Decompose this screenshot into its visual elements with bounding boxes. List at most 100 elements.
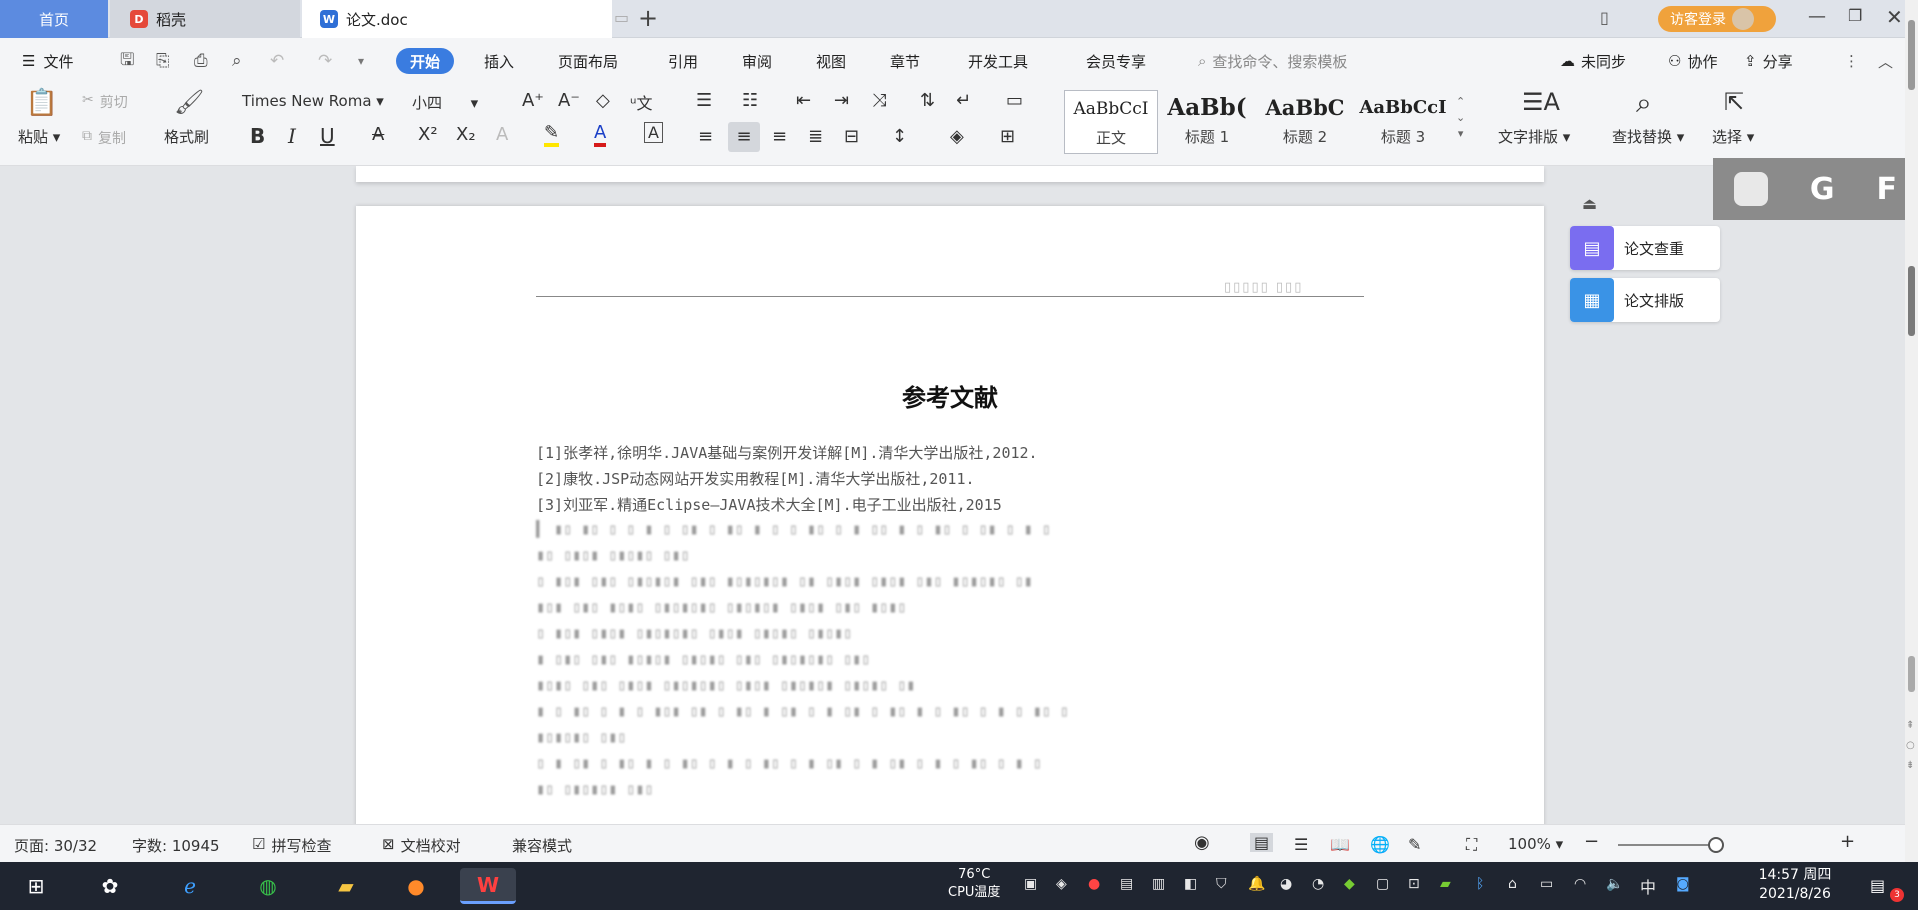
save-icon[interactable]: 🖫 xyxy=(120,38,134,84)
format-painter-icon[interactable]: 🖌 xyxy=(174,88,204,116)
chinese-layout-icon[interactable]: ⤨ xyxy=(872,90,886,111)
ruler-icon[interactable]: ▭ xyxy=(1006,90,1023,111)
tray-icon-2[interactable]: ◈ xyxy=(1056,876,1067,892)
zoom-out-icon[interactable]: − xyxy=(1584,831,1599,852)
ime-indicator[interactable]: 中 xyxy=(1640,874,1656,898)
bluetooth-icon[interactable]: ᛒ xyxy=(1476,876,1484,892)
find-replace-button[interactable]: 查找替换 ▾ xyxy=(1612,126,1684,147)
page-nav-icons[interactable]: ⇞ ○ ⇟ xyxy=(1906,716,1915,776)
qq-icon[interactable]: ◕ xyxy=(1280,876,1292,892)
tab-review[interactable]: 审阅 xyxy=(742,38,772,84)
bold-icon[interactable]: B xyxy=(250,124,265,148)
wps-taskbar-icon[interactable]: W xyxy=(460,868,516,904)
share-button[interactable]: ⇪ 分享 xyxy=(1744,38,1793,84)
tab-home[interactable]: 首页 xyxy=(0,0,108,38)
file-menu[interactable]: ☰ 文件 xyxy=(22,38,73,84)
style-heading-2[interactable]: AaBbC 标题 2 xyxy=(1258,90,1352,154)
shading-icon[interactable]: ◈ xyxy=(950,126,964,147)
battery-icon[interactable]: ▭ xyxy=(1540,876,1553,892)
tab-developer[interactable]: 开发工具 xyxy=(968,38,1028,84)
overlay-f-icon[interactable]: F xyxy=(1877,172,1898,207)
sync-status[interactable]: ☁ 未同步 xyxy=(1560,38,1626,84)
nvidia-icon[interactable]: ▰ xyxy=(1440,876,1451,892)
cut-button[interactable]: ✂ 剪切 xyxy=(82,92,128,112)
subscript-icon[interactable]: X₂ xyxy=(456,124,476,145)
page-view-icon[interactable]: ▤ xyxy=(1250,833,1274,852)
tab-daoke[interactable]: D 稻壳 xyxy=(110,0,300,38)
line-spacing-icon[interactable]: ↕ xyxy=(892,126,907,147)
paste-icon[interactable]: 📋 xyxy=(22,88,62,120)
vertical-scrollbar[interactable]: ⇞ ○ ⇟ xyxy=(1905,0,1918,910)
word-count[interactable]: 字数: 10945 xyxy=(132,835,220,856)
document-page[interactable]: ▯▯▯▯▯ ▯▯▯ 参考文献 [1]张孝祥,徐明华.JAVA基础与案例开发详解[… xyxy=(356,206,1544,824)
zoom-in-icon[interactable]: + xyxy=(1840,831,1855,852)
tab-start[interactable]: 开始 xyxy=(396,48,455,74)
copy-button[interactable]: ⧉ 复制 xyxy=(82,128,126,148)
magnifier-icon[interactable]: ⌕ xyxy=(1636,86,1652,120)
overlay-g-icon[interactable]: G xyxy=(1810,172,1835,207)
grow-font-icon[interactable]: A⁺ xyxy=(522,90,544,111)
paper-check-button[interactable]: ▤ 论文查重 xyxy=(1570,226,1720,270)
tray-icon-10[interactable]: ⊡ xyxy=(1408,876,1420,892)
numbered-list-icon[interactable]: ☷ xyxy=(742,90,758,111)
ie-browser-icon[interactable]: ℯ xyxy=(170,868,210,904)
format-painter-button[interactable]: 格式刷 xyxy=(164,126,209,147)
more-icon[interactable]: ⋮ xyxy=(1844,38,1859,84)
tray-icon-5[interactable]: ▥ xyxy=(1152,876,1165,892)
scrollbar-thumb[interactable] xyxy=(1908,266,1915,336)
login-button[interactable]: 访客登录 xyxy=(1658,6,1776,32)
app-cat-icon[interactable]: ● xyxy=(396,868,436,904)
print-preview-icon[interactable]: ⌕ xyxy=(232,38,242,84)
write-mode-icon[interactable]: ✎ xyxy=(1408,835,1421,854)
floating-toolbar-overlay[interactable]: G F xyxy=(1713,158,1918,220)
decrease-indent-icon[interactable]: ⇤ xyxy=(796,90,811,111)
redo-icon[interactable]: ↷ xyxy=(318,38,332,84)
align-right-icon[interactable]: ≡ xyxy=(772,126,787,147)
panel-collapse-icon[interactable]: ⏏ xyxy=(1582,194,1597,213)
text-layout-button[interactable]: 文字排版 ▾ xyxy=(1498,126,1570,147)
browser-360-icon[interactable]: ◍ xyxy=(248,868,288,904)
fit-page-icon[interactable]: ⛶ xyxy=(1466,835,1477,855)
text-layout-icon[interactable]: ☰A xyxy=(1522,88,1560,116)
increase-indent-icon[interactable]: ⇥ xyxy=(834,90,849,111)
sort-icon[interactable]: ⇅ xyxy=(920,90,935,111)
phonetic-guide-icon[interactable]: ᵘ文 xyxy=(630,90,652,114)
tab-member[interactable]: 会员专享 xyxy=(1086,38,1146,84)
overlay-app-icon[interactable] xyxy=(1733,172,1768,206)
file-explorer-icon[interactable]: ▰ xyxy=(326,868,366,904)
eye-protect-icon[interactable]: ◉ xyxy=(1194,832,1210,853)
spell-check-button[interactable]: ☑ 拼写检查 xyxy=(252,835,331,856)
tab-document[interactable]: W 论文.doc ▭ xyxy=(302,0,629,38)
undo-icon[interactable]: ↶ xyxy=(270,38,284,84)
outline-view-icon[interactable]: ☰ xyxy=(1294,835,1308,854)
underline-icon[interactable]: U xyxy=(320,124,335,148)
app-butterfly-icon[interactable]: ✿ xyxy=(90,868,130,904)
close-window-icon[interactable]: ✕ xyxy=(1886,5,1903,29)
bell-icon[interactable]: 🔔 xyxy=(1248,876,1265,892)
reading-mode-icon[interactable]: ▯ xyxy=(1600,8,1609,27)
strikethrough-icon[interactable]: A xyxy=(372,124,384,145)
collapse-ribbon-icon[interactable]: ︿ xyxy=(1878,38,1893,84)
justify-icon[interactable]: ≣ xyxy=(808,126,823,147)
restore-icon[interactable]: ❐ xyxy=(1848,6,1862,25)
notification-icon[interactable]: ▤ xyxy=(1870,876,1885,895)
tray-icon-3[interactable]: ● xyxy=(1088,876,1100,892)
minimize-icon[interactable]: — xyxy=(1808,6,1826,27)
align-center-icon[interactable]: ≡ xyxy=(728,122,760,152)
proofread-button[interactable]: ⊠ 文档校对 xyxy=(382,835,461,856)
usb-icon[interactable]: ⌂ xyxy=(1508,876,1517,892)
tray-icon-8[interactable]: ◆ xyxy=(1344,876,1355,892)
tray-icon-7[interactable]: ◔ xyxy=(1312,876,1324,892)
tab-layout[interactable]: 页面布局 xyxy=(558,38,618,84)
command-search[interactable]: ⌕ 查找命令、搜索模板 xyxy=(1198,38,1347,84)
italic-icon[interactable]: I xyxy=(288,124,296,148)
tab-view[interactable]: 视图 xyxy=(816,38,846,84)
highlight-icon[interactable]: ✎ xyxy=(544,122,560,147)
style-heading-1[interactable]: AaBb( 标题 1 xyxy=(1160,90,1254,154)
char-border-icon[interactable]: A xyxy=(644,122,663,143)
tray-icon-6[interactable]: ◧ xyxy=(1184,876,1197,892)
tray-icon-1[interactable]: ▣ xyxy=(1024,876,1037,892)
tab-section[interactable]: 章节 xyxy=(890,38,920,84)
new-tab-button[interactable]: + xyxy=(638,4,658,32)
volume-icon[interactable]: 🔈 xyxy=(1606,876,1623,892)
